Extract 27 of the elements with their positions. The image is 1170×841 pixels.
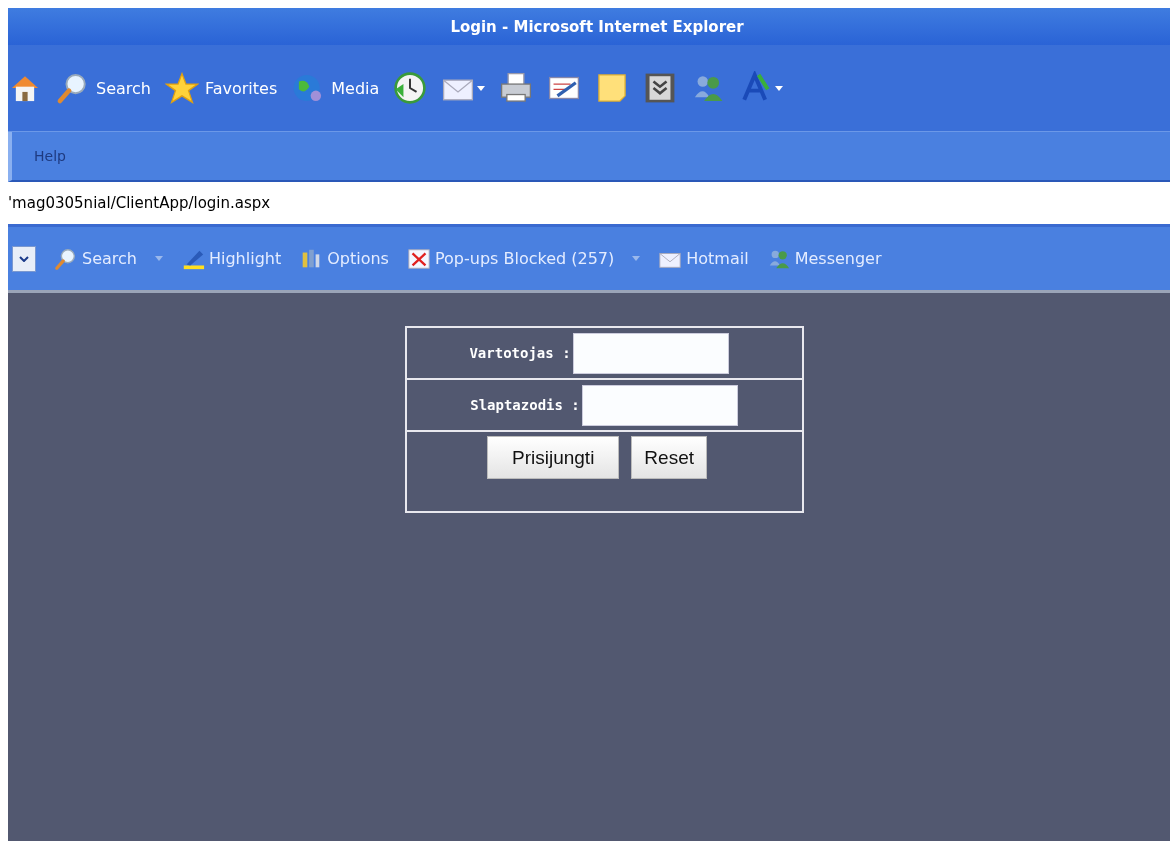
caret-icon[interactable]	[477, 85, 486, 91]
address-field[interactable]: 'mag0305nial/ClientApp/login.aspx	[8, 194, 608, 212]
printer-icon[interactable]	[499, 71, 534, 105]
form-button[interactable]: Prisijungti	[487, 436, 620, 479]
toolbar-button[interactable]: Favorites	[164, 71, 278, 105]
field-label: Slaptazodis :	[470, 397, 580, 413]
window-title: Login - Microsoft Internet Explorer	[450, 17, 744, 36]
toolbar-button[interactable]: Options	[299, 246, 389, 271]
search-icon	[54, 246, 78, 271]
x-mark-icon	[406, 246, 431, 271]
toolbar-button[interactable]: Hotmail	[658, 246, 749, 271]
menu-item[interactable]: Help	[34, 148, 66, 164]
toolbar-button[interactable]: Media	[291, 71, 380, 105]
toolbar-button[interactable]: Search	[56, 71, 151, 105]
input-field[interactable]	[581, 384, 738, 426]
form-button[interactable]: Reset	[631, 436, 707, 479]
star-icon	[164, 71, 199, 105]
caret-icon[interactable]	[775, 85, 784, 91]
input-field[interactable]	[572, 332, 729, 374]
clock-icon[interactable]	[393, 71, 428, 105]
toolbar-button[interactable]: Search	[54, 246, 137, 271]
toolbar-button[interactable]: Messenger	[766, 246, 882, 271]
toolbar-button[interactable]: Pop-ups Blocked (257)	[406, 246, 615, 271]
chevron-down-icon	[19, 255, 29, 262]
dropdown-button[interactable]	[12, 245, 36, 272]
toolbar-button[interactable]: Highlight	[180, 246, 282, 271]
field-label: Vartotojas :	[469, 345, 571, 361]
